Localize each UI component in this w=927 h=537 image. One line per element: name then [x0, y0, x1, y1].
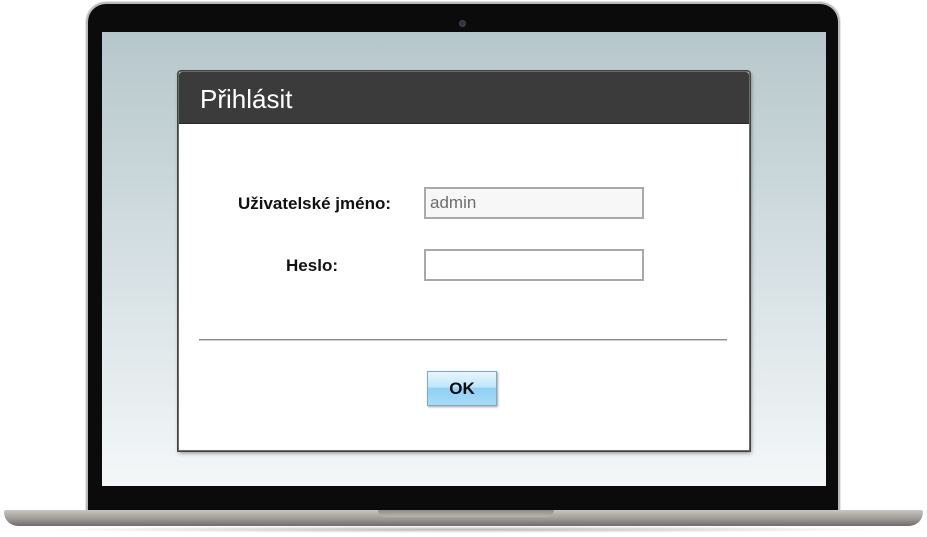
divider	[199, 339, 727, 341]
password-input[interactable]	[424, 249, 644, 281]
login-dialog: Přihlásit Uživatelské jméno: Heslo: OK	[178, 71, 750, 451]
ok-button[interactable]: OK	[427, 371, 497, 406]
laptop-screen: Přihlásit Uživatelské jméno: Heslo: OK	[102, 32, 826, 486]
dialog-title: Přihlásit	[200, 84, 293, 114]
laptop-base-notch	[378, 510, 554, 517]
username-label: Uživatelské jméno:	[237, 194, 391, 213]
laptop-shadow	[30, 526, 897, 533]
username-input[interactable]	[424, 187, 644, 219]
camera-icon	[460, 21, 465, 26]
laptop-base	[4, 510, 923, 526]
password-label: Heslo:	[286, 256, 338, 275]
laptop-mockup: Přihlásit Uživatelské jméno: Heslo: OK	[0, 0, 927, 537]
laptop-lid: Přihlásit Uživatelské jméno: Heslo: OK	[88, 4, 838, 510]
dialog-header: Přihlásit	[179, 72, 749, 124]
